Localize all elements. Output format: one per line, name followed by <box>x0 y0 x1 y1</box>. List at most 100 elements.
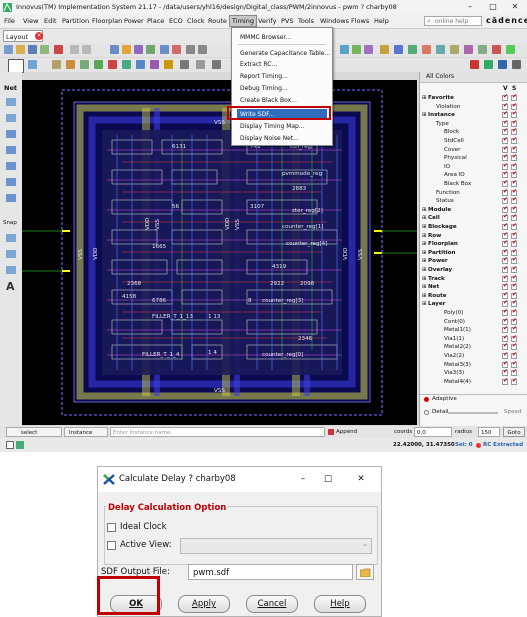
object-type-select[interactable]: Instance <box>64 427 108 437</box>
align-icon[interactable] <box>6 162 16 170</box>
browse-folder-button[interactable] <box>356 564 374 580</box>
menu-item-report-timing[interactable]: Report Timing... <box>240 72 288 81</box>
tree-item[interactable]: Via1(1) <box>444 335 464 343</box>
wire-icon[interactable] <box>80 60 89 69</box>
tree-item[interactable]: Status <box>436 197 454 205</box>
refresh-view-icon[interactable] <box>16 441 24 449</box>
goto-button[interactable]: Goto <box>503 427 525 437</box>
expand-icon[interactable]: ⊞ <box>422 249 427 257</box>
selectable-checkbox[interactable]: ✔ <box>511 153 517 162</box>
visible-checkbox[interactable]: ✔ <box>502 265 508 273</box>
split-icon[interactable] <box>6 146 16 154</box>
selectable-checkbox[interactable]: ✔ <box>511 179 517 187</box>
expand-icon[interactable]: ⊞ <box>422 232 427 240</box>
visible-checkbox[interactable]: ✔ <box>502 205 508 213</box>
tree-item[interactable]: Net <box>428 283 439 291</box>
filler-icon[interactable] <box>164 60 173 69</box>
menu-help[interactable]: Help <box>372 16 391 26</box>
minimize-button[interactable]: – <box>462 0 478 14</box>
tree-item[interactable]: Cell <box>428 214 440 222</box>
tree-item[interactable]: IO <box>444 163 450 171</box>
tree-item[interactable]: Area IO <box>444 171 465 179</box>
verify-icon[interactable] <box>408 45 417 54</box>
layer-icon[interactable] <box>122 60 131 69</box>
visible-checkbox[interactable]: ✔ <box>502 282 508 291</box>
tree-item[interactable]: Track <box>428 275 445 283</box>
selectable-checkbox[interactable]: ✔ <box>511 334 517 342</box>
tree-item[interactable]: Via2(2) <box>444 352 464 360</box>
tree-item[interactable]: Metal1(1) <box>444 326 471 334</box>
tree-item[interactable]: Cont(0) <box>444 318 465 326</box>
menu-edit[interactable]: Edit <box>42 16 59 26</box>
menu-file[interactable]: File <box>2 16 17 26</box>
selectable-checkbox[interactable]: ✔ <box>511 274 517 282</box>
visible-checkbox[interactable]: ✔ <box>502 93 508 101</box>
selectable-checkbox[interactable]: ✔ <box>511 213 517 222</box>
sdf-output-field[interactable]: pwm.sdf <box>188 564 353 580</box>
visible-checkbox[interactable]: ✔ <box>502 377 508 385</box>
selectable-checkbox[interactable]: ✔ <box>511 308 517 316</box>
save-icon[interactable] <box>28 45 37 54</box>
add-via-icon[interactable] <box>6 114 16 122</box>
tree-item[interactable]: Floorplan <box>428 240 458 248</box>
selectable-checkbox[interactable]: ✔ <box>511 188 517 196</box>
menu-item-create-black-box[interactable]: Create Black Box... <box>240 96 297 105</box>
selectable-checkbox[interactable]: ✔ <box>511 119 517 127</box>
selectable-checkbox[interactable]: ✔ <box>511 136 517 144</box>
menu-item-extract-rc[interactable]: Extract RC... <box>240 60 277 69</box>
tree-item[interactable]: Physical <box>444 154 467 162</box>
selectable-checkbox[interactable]: ✔ <box>511 342 517 351</box>
visible-checkbox[interactable]: ✔ <box>502 248 508 256</box>
instance-name-input[interactable]: Enter Instance name. <box>110 427 325 437</box>
menu-floorplan[interactable]: Floorplan <box>90 16 124 26</box>
append-checkbox[interactable] <box>328 429 334 435</box>
menu-pvs[interactable]: PVS <box>279 16 296 26</box>
refresh-icon[interactable] <box>40 45 49 54</box>
clock-icon[interactable] <box>450 45 459 54</box>
visible-checkbox[interactable]: ✔ <box>502 196 508 205</box>
menu-place[interactable]: Place <box>145 16 166 26</box>
selectable-checkbox[interactable]: ✔ <box>511 239 517 248</box>
expand-icon[interactable]: ⊞ <box>422 240 427 248</box>
tree-item[interactable]: Blockage <box>428 223 457 231</box>
zoom-out-icon[interactable] <box>198 45 207 54</box>
tree-item[interactable]: Metal2(2) <box>444 343 471 351</box>
menu-item-mmmc-browser[interactable]: MMMC Browser... <box>240 33 291 42</box>
tree-item[interactable]: Row <box>428 232 441 240</box>
maximize-button[interactable]: □ <box>485 0 501 14</box>
selectable-checkbox[interactable]: ✔ <box>511 265 517 273</box>
eco-icon[interactable] <box>464 45 473 54</box>
expand-icon[interactable]: ⊞ <box>422 111 427 119</box>
settings-icon[interactable] <box>28 60 37 69</box>
color-icon[interactable] <box>470 60 479 69</box>
visible-checkbox[interactable]: ✔ <box>502 274 508 282</box>
power-icon[interactable] <box>394 45 403 54</box>
selectable-checkbox[interactable]: ✔ <box>511 351 517 359</box>
visible-checkbox[interactable]: ✔ <box>502 325 508 334</box>
layout-canvas[interactable]: VSS VDD VSS VDD VSS VSS VDD VSS VDD VSS … <box>22 80 417 425</box>
tree-item[interactable]: StdCell <box>444 137 464 145</box>
expand-icon[interactable]: ⊞ <box>422 283 427 291</box>
marker-icon[interactable] <box>108 60 117 69</box>
visible-checkbox[interactable]: ✔ <box>502 188 508 196</box>
selectable-checkbox[interactable]: ✔ <box>511 377 517 385</box>
snap-track-icon[interactable] <box>6 266 16 274</box>
ruler-icon[interactable] <box>134 45 143 54</box>
menu-flows[interactable]: Flows <box>349 16 371 26</box>
expand-icon[interactable]: ⊞ <box>422 300 427 308</box>
go-icon[interactable] <box>506 45 515 54</box>
selectable-checkbox[interactable]: ✔ <box>511 325 517 334</box>
ideal-clock-checkbox[interactable] <box>107 523 116 532</box>
selectable-checkbox[interactable]: ✔ <box>511 282 517 291</box>
selectable-checkbox[interactable]: ✔ <box>511 360 517 368</box>
expand-icon[interactable]: ⊞ <box>422 223 427 231</box>
selectable-checkbox[interactable]: ✔ <box>511 162 517 170</box>
check-icon[interactable] <box>478 45 487 54</box>
tree-item[interactable]: Route <box>428 292 447 300</box>
grid-icon[interactable] <box>94 60 103 69</box>
move-icon[interactable] <box>146 45 155 54</box>
tree-item[interactable]: Overlay <box>428 266 452 274</box>
highlight-icon[interactable] <box>122 45 131 54</box>
tree-item[interactable]: Block <box>444 128 459 136</box>
new-icon[interactable] <box>4 45 13 54</box>
